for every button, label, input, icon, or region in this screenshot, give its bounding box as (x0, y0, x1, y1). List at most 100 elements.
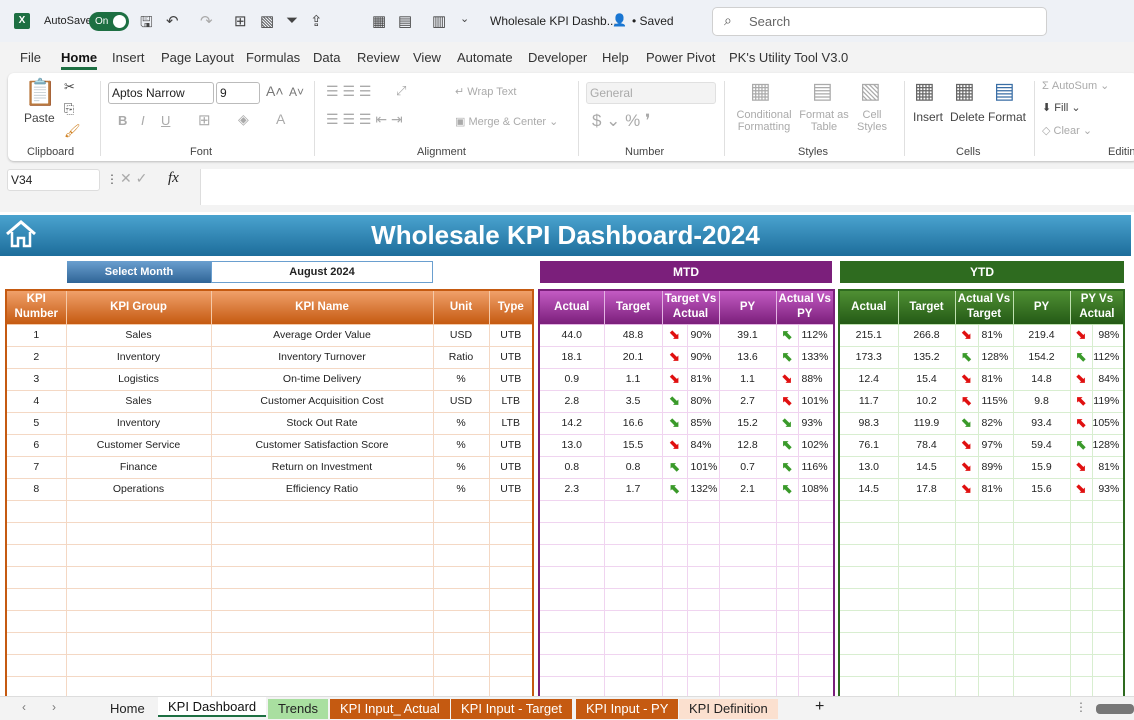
empty-cell[interactable] (839, 588, 899, 611)
empty-cell[interactable] (1013, 632, 1071, 655)
empty-cell[interactable] (211, 654, 434, 677)
empty-cell[interactable] (6, 500, 67, 523)
underline-icon[interactable]: U (161, 113, 170, 128)
currency-icon[interactable]: $ ⌄ % ❜ (592, 111, 650, 131)
empty-cell[interactable] (687, 500, 720, 523)
empty-cell[interactable] (898, 588, 956, 611)
italic-icon[interactable]: I (141, 113, 145, 128)
format-painter-icon[interactable]: 🖌 (64, 123, 81, 139)
empty-cell[interactable] (955, 610, 979, 633)
empty-cell[interactable] (687, 654, 720, 677)
empty-cell[interactable] (662, 676, 688, 699)
orientation-icon[interactable]: ⤢ (396, 83, 406, 99)
format-button[interactable]: Format (988, 110, 1026, 124)
empty-cell[interactable] (1013, 500, 1071, 523)
calculator-icon[interactable]: ▤ (398, 12, 412, 30)
empty-cell[interactable] (719, 544, 777, 567)
empty-cell[interactable] (433, 676, 490, 699)
fill-button[interactable]: ⬇ Fill ⌄ (1042, 101, 1081, 114)
empty-cell[interactable] (798, 522, 835, 545)
empty-cell[interactable] (604, 522, 663, 545)
empty-cell[interactable] (1092, 500, 1125, 523)
empty-cell[interactable] (662, 632, 688, 655)
empty-cell[interactable] (955, 544, 979, 567)
empty-cell[interactable] (604, 676, 663, 699)
empty-cell[interactable] (798, 500, 835, 523)
tab-help[interactable]: Help (602, 50, 629, 65)
saved-status[interactable]: • Saved (632, 14, 674, 28)
format-as-table-button[interactable]: Format as Table (798, 109, 850, 133)
align-top-icon[interactable]: ☰ ☰ ☰ (326, 83, 371, 100)
empty-cell[interactable] (898, 522, 956, 545)
empty-cell[interactable] (6, 676, 67, 699)
empty-cell[interactable] (898, 632, 956, 655)
sheet-tab-kpi-input-actual[interactable]: KPI Input_ Actual (330, 699, 450, 719)
empty-cell[interactable] (719, 522, 777, 545)
sheet-tab-home[interactable]: Home (100, 699, 155, 719)
empty-cell[interactable] (211, 632, 434, 655)
empty-cell[interactable] (1070, 632, 1093, 655)
empty-cell[interactable] (776, 654, 799, 677)
empty-cell[interactable] (719, 588, 777, 611)
empty-cell[interactable] (798, 544, 835, 567)
empty-cell[interactable] (839, 610, 899, 633)
tab-developer[interactable]: Developer (528, 50, 587, 65)
tab-data[interactable]: Data (313, 50, 340, 65)
empty-cell[interactable] (955, 654, 979, 677)
empty-cell[interactable] (776, 610, 799, 633)
empty-cell[interactable] (1092, 522, 1125, 545)
tab-file[interactable]: File (20, 50, 41, 65)
empty-cell[interactable] (539, 522, 605, 545)
empty-cell[interactable] (433, 610, 490, 633)
empty-cell[interactable] (539, 566, 605, 589)
tab-formulas[interactable]: Formulas (246, 50, 300, 65)
empty-cell[interactable] (1013, 676, 1071, 699)
empty-cell[interactable] (604, 632, 663, 655)
cancel-confirm-icon[interactable]: ✕ ✓ (120, 170, 147, 187)
empty-cell[interactable] (776, 588, 799, 611)
empty-cell[interactable] (489, 610, 534, 633)
wrap-text-button[interactable]: ↵ Wrap Text (455, 85, 516, 98)
empty-cell[interactable] (839, 500, 899, 523)
empty-cell[interactable] (662, 566, 688, 589)
empty-cell[interactable] (6, 566, 67, 589)
empty-cell[interactable] (978, 676, 1014, 699)
empty-cell[interactable] (433, 522, 490, 545)
empty-cell[interactable] (6, 632, 67, 655)
empty-cell[interactable] (898, 610, 956, 633)
empty-cell[interactable] (66, 544, 212, 567)
empty-cell[interactable] (489, 588, 534, 611)
empty-cell[interactable] (1070, 676, 1093, 699)
empty-cell[interactable] (978, 566, 1014, 589)
empty-cell[interactable] (1070, 610, 1093, 633)
empty-cell[interactable] (604, 500, 663, 523)
prev-sheet-icon[interactable]: ‹ (22, 700, 26, 714)
empty-cell[interactable] (898, 566, 956, 589)
empty-cell[interactable] (1013, 610, 1071, 633)
font-size-select[interactable]: 9 (216, 82, 260, 104)
empty-cell[interactable] (433, 632, 490, 655)
calculator2-icon[interactable]: ▥ (432, 12, 446, 30)
empty-cell[interactable] (211, 522, 434, 545)
empty-cell[interactable] (6, 610, 67, 633)
empty-cell[interactable] (489, 654, 534, 677)
empty-cell[interactable] (978, 500, 1014, 523)
empty-cell[interactable] (539, 676, 605, 699)
empty-cell[interactable] (776, 676, 799, 699)
paste-icon[interactable]: 📋 (24, 77, 56, 108)
empty-cell[interactable] (662, 654, 688, 677)
more-sheets-icon[interactable]: ⋮ (1075, 700, 1087, 714)
empty-cell[interactable] (433, 566, 490, 589)
merge-center-button[interactable]: ▣ Merge & Center ⌄ (455, 115, 558, 128)
empty-cell[interactable] (687, 610, 720, 633)
empty-cell[interactable] (776, 566, 799, 589)
empty-cell[interactable] (539, 588, 605, 611)
empty-cell[interactable] (978, 588, 1014, 611)
insert-function-icon[interactable]: fx (168, 170, 179, 187)
empty-cell[interactable] (955, 632, 979, 655)
name-box[interactable]: V34 (7, 169, 100, 191)
empty-cell[interactable] (955, 588, 979, 611)
empty-cell[interactable] (719, 632, 777, 655)
empty-cell[interactable] (1092, 676, 1125, 699)
empty-cell[interactable] (662, 544, 688, 567)
